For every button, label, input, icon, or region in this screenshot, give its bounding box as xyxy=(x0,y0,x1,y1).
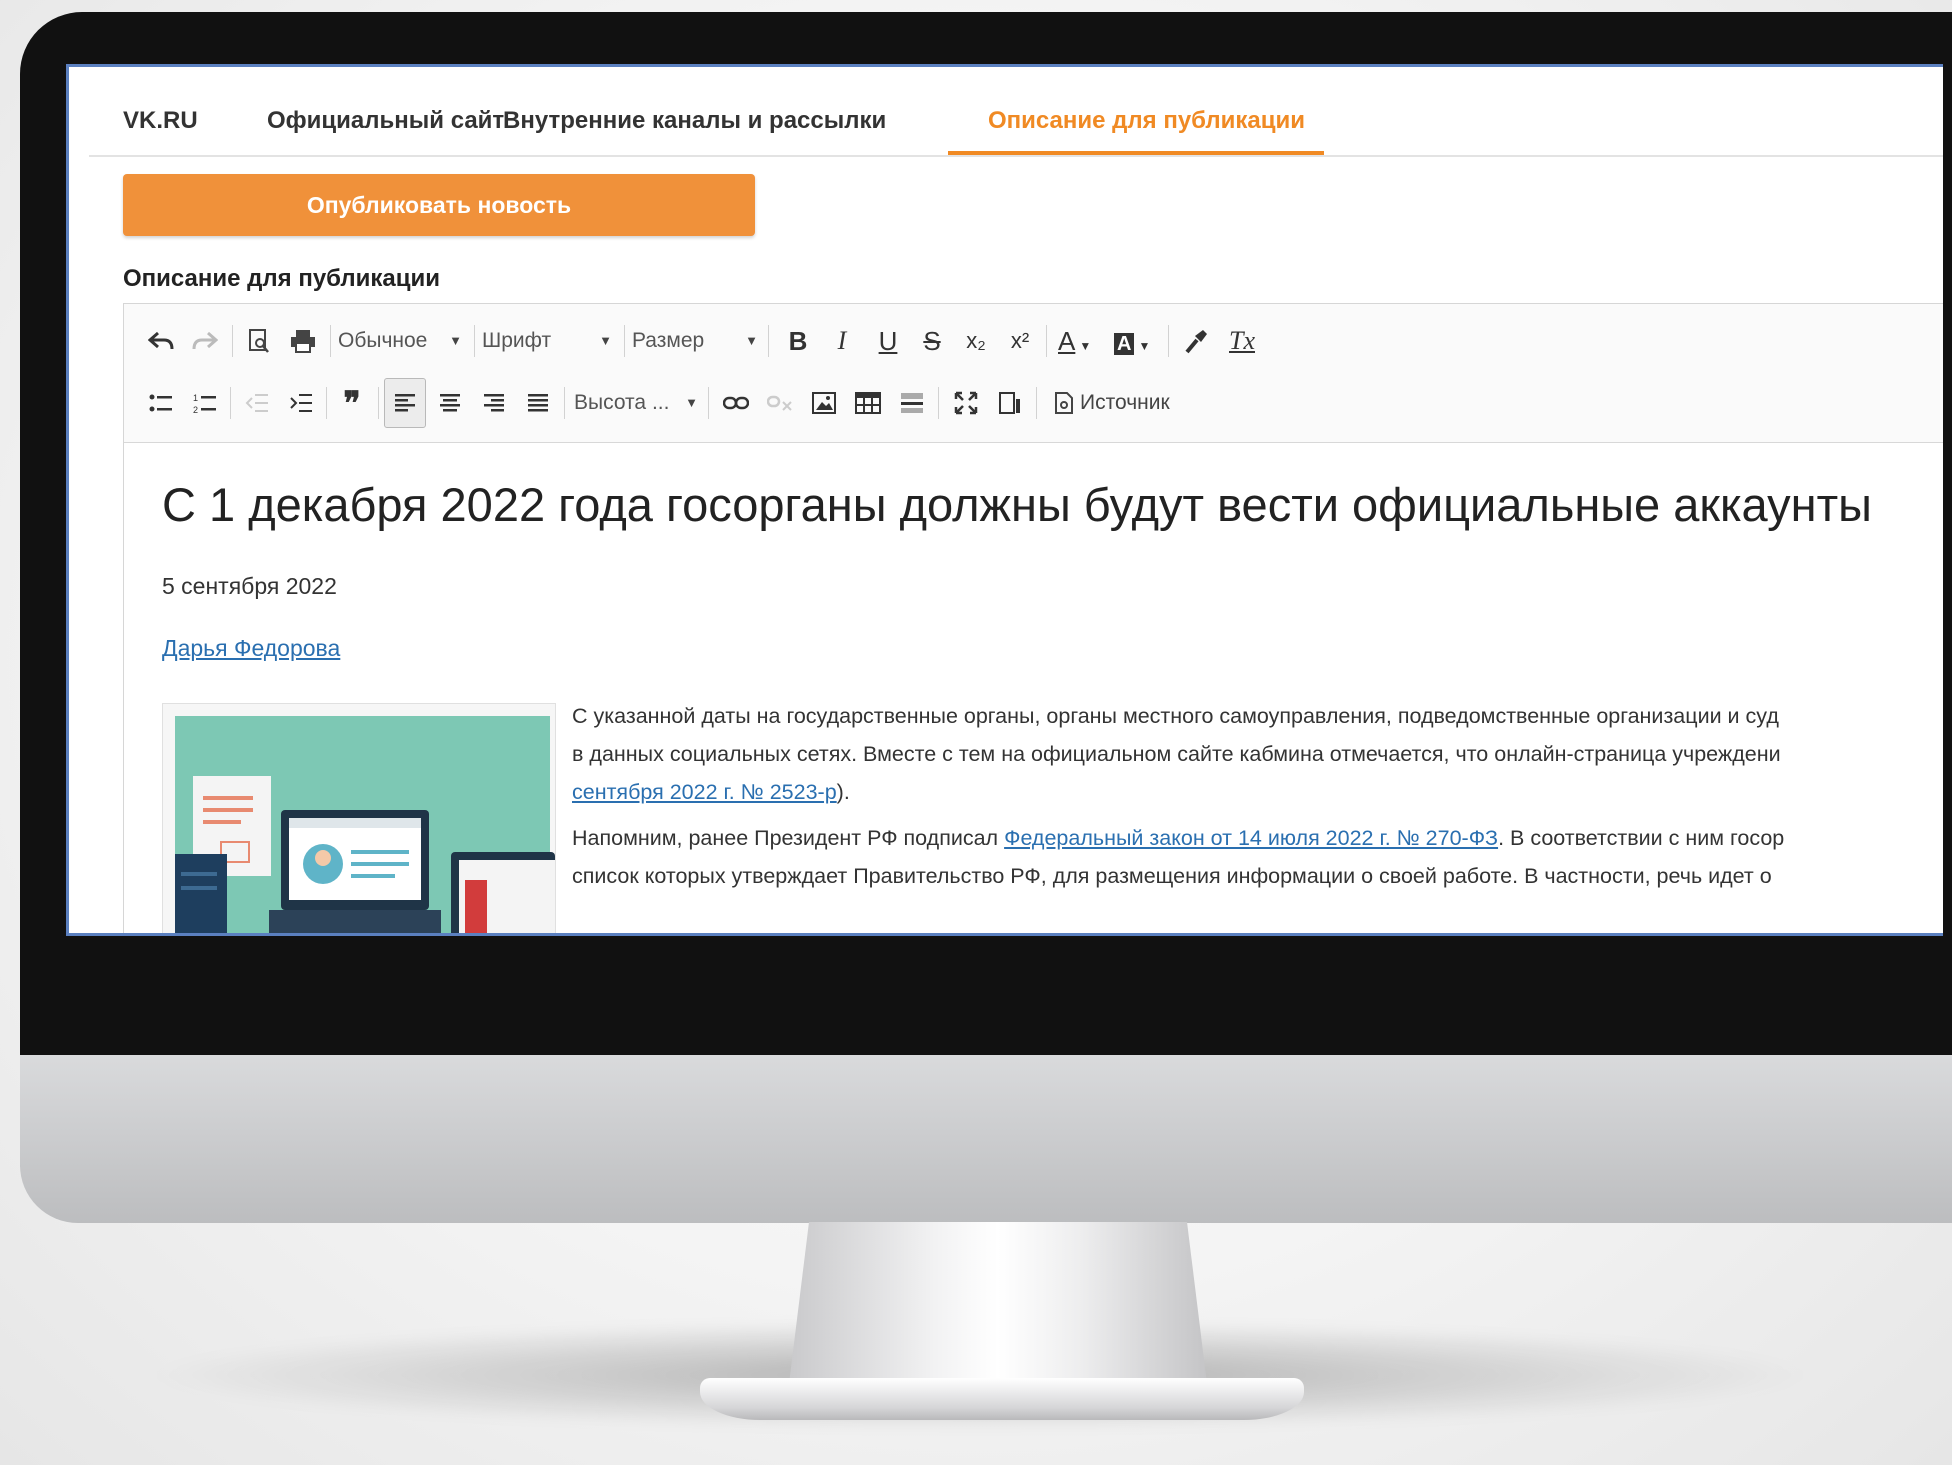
article-paragraph-1: С указанной даты на государственные орга… xyxy=(572,697,1781,811)
image-icon[interactable] xyxy=(804,378,844,428)
toolbar-separator xyxy=(1046,325,1047,357)
editor-content[interactable]: С 1 декабря 2022 года госорганы должны б… xyxy=(124,443,1943,933)
toolbar-separator xyxy=(708,387,709,419)
format-select-value: Обычное xyxy=(338,329,428,352)
align-left-button[interactable] xyxy=(384,378,426,428)
toolbar-separator xyxy=(378,387,379,419)
toolbar-separator xyxy=(230,387,231,419)
article-headline: С 1 декабря 2022 года госорганы должны б… xyxy=(162,478,1872,531)
font-select-value: Шрифт xyxy=(482,329,552,352)
toolbar-separator xyxy=(564,387,565,419)
undo-icon[interactable] xyxy=(142,316,180,366)
monitor-chin xyxy=(20,1055,1952,1223)
chevron-down-icon: ▼ xyxy=(449,333,462,348)
publish-news-button[interactable]: Опубликовать новость xyxy=(123,174,755,236)
article-illustration xyxy=(175,716,555,933)
chevron-down-icon: ▼ xyxy=(599,333,612,348)
author-link[interactable]: Дарья Федорова xyxy=(162,635,340,662)
numbered-list-icon[interactable]: 12 xyxy=(186,378,224,428)
chevron-down-icon: ▼ xyxy=(1079,339,1092,353)
redo-icon[interactable] xyxy=(186,316,224,366)
toolbar-separator xyxy=(624,325,625,357)
tab-internal-channels[interactable]: Внутренние каналы и рассылки xyxy=(503,67,886,155)
svg-text:2: 2 xyxy=(193,405,198,414)
svg-text:1: 1 xyxy=(193,393,198,403)
toolbar-separator xyxy=(232,325,233,357)
editor-toolbar: Обычное ▼ Шрифт ▼ Размер ▼ B I U S x₂ x²… xyxy=(124,304,1943,443)
source-button[interactable]: Источник xyxy=(1042,378,1172,428)
tab-official-site[interactable]: Официальный сайт xyxy=(267,67,504,155)
size-select[interactable]: Размер ▼ xyxy=(632,316,758,366)
paragraph-text: Напомним, ранее Президент РФ подписал xyxy=(572,826,1005,850)
show-blocks-icon[interactable] xyxy=(990,378,1030,428)
link-icon[interactable] xyxy=(716,378,756,428)
indent-icon[interactable] xyxy=(282,378,320,428)
unlink-icon[interactable] xyxy=(760,378,800,428)
order-link[interactable]: сентября 2022 г. № 2523-р xyxy=(572,780,837,804)
horizontal-line-icon[interactable] xyxy=(892,378,932,428)
remove-format-button[interactable]: Tx xyxy=(1222,316,1262,366)
chevron-down-icon: ▼ xyxy=(1138,339,1151,353)
tab-bar: VK.RU Официальный сайт Внутренние каналы… xyxy=(89,67,1943,157)
chevron-down-icon: ▼ xyxy=(745,333,758,348)
line-height-select[interactable]: Высота ... ▼ xyxy=(574,378,698,428)
source-button-label: Источник xyxy=(1080,391,1170,414)
font-select[interactable]: Шрифт ▼ xyxy=(482,316,612,366)
toolbar-separator xyxy=(1036,387,1037,419)
chevron-down-icon: ▼ xyxy=(685,395,698,410)
underline-button[interactable]: U xyxy=(868,316,908,366)
tab-publication-description[interactable]: Описание для публикации xyxy=(988,67,1305,155)
federal-law-link[interactable]: Федеральный закон от 14 июля 2022 г. № 2… xyxy=(1004,826,1498,850)
paragraph-line: сентября 2022 г. № 2523-р). xyxy=(572,773,1781,811)
paragraph-tail: ). xyxy=(836,780,850,804)
strikethrough-button[interactable]: S xyxy=(912,316,952,366)
monitor-stand-base xyxy=(700,1378,1304,1420)
italic-button[interactable]: I xyxy=(822,316,862,366)
superscript-button[interactable]: x² xyxy=(1000,316,1040,366)
section-label: Описание для публикации xyxy=(123,265,441,292)
print-icon[interactable] xyxy=(284,316,322,366)
tab-vk[interactable]: VK.RU xyxy=(123,67,198,155)
bulleted-list-icon[interactable] xyxy=(142,378,180,428)
paragraph-line: список которых утверждает Правительство … xyxy=(572,864,1772,888)
line-height-select-value: Высота ... xyxy=(574,391,670,414)
paragraph-line: в данных социальных сетях. Вместе с тем … xyxy=(572,742,1781,766)
blockquote-icon[interactable]: ❞ xyxy=(332,378,372,428)
align-justify-button[interactable] xyxy=(518,378,558,428)
subscript-button[interactable]: x₂ xyxy=(956,316,996,366)
format-select[interactable]: Обычное ▼ xyxy=(338,316,462,366)
toolbar-separator xyxy=(768,325,769,357)
toolbar-separator xyxy=(938,387,939,419)
toolbar-separator xyxy=(326,387,327,419)
toolbar-separator xyxy=(1168,325,1169,357)
background-color-button[interactable]: A ▼ xyxy=(1110,316,1166,366)
monitor-stand-neck xyxy=(788,1222,1208,1392)
text-color-button[interactable]: A ▼ xyxy=(1054,316,1110,366)
size-select-value: Размер xyxy=(632,329,705,352)
screen: VK.RU Официальный сайт Внутренние каналы… xyxy=(66,64,1943,936)
preview-icon[interactable] xyxy=(240,316,278,366)
article-date: 5 сентября 2022 xyxy=(162,573,337,599)
bold-button[interactable]: B xyxy=(778,316,818,366)
paragraph-line: С указанной даты на государственные орга… xyxy=(572,704,1779,728)
paragraph-line: Напомним, ранее Президент РФ подписал Фе… xyxy=(572,819,1784,857)
bg-color-icon: A xyxy=(1114,333,1135,355)
rich-text-editor: Обычное ▼ Шрифт ▼ Размер ▼ B I U S x₂ x²… xyxy=(123,303,1943,933)
copy-format-icon[interactable] xyxy=(1176,316,1216,366)
paragraph-text: . В соответствии с ним госор xyxy=(1498,826,1785,850)
toolbar-separator xyxy=(474,325,475,357)
table-icon[interactable] xyxy=(848,378,888,428)
text-color-icon: A xyxy=(1058,326,1076,356)
align-right-button[interactable] xyxy=(474,378,514,428)
toolbar-separator xyxy=(330,325,331,357)
remove-format-icon: Tx xyxy=(1229,326,1255,355)
active-tab-indicator xyxy=(948,151,1324,155)
article-image[interactable] xyxy=(162,703,556,933)
article-paragraph-2: Напомним, ранее Президент РФ подписал Фе… xyxy=(572,819,1784,895)
align-center-button[interactable] xyxy=(430,378,470,428)
maximize-icon[interactable] xyxy=(946,378,986,428)
outdent-icon[interactable] xyxy=(238,378,276,428)
